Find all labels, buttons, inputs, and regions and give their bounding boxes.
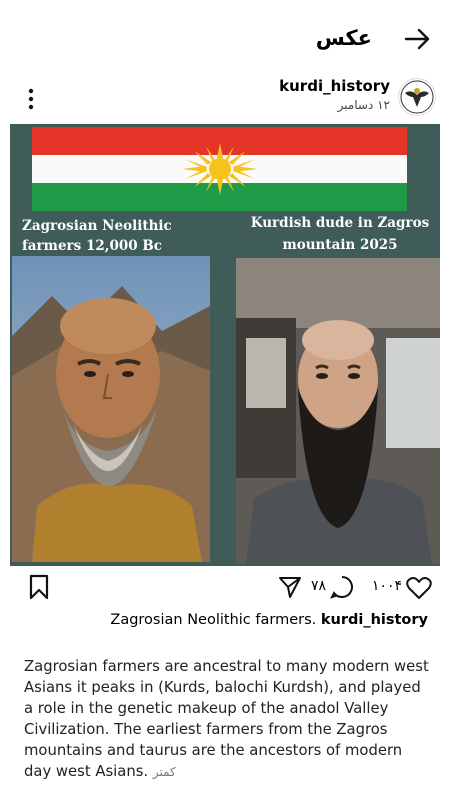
eagle-emblem-icon [400,80,434,114]
avatar[interactable] [398,78,436,116]
image-caption-right: Kurdish dude in Zagros mountain 2025 [250,215,430,253]
like-count[interactable]: ۱۰۰۴ [372,578,402,594]
kurdistan-flag [32,127,407,211]
more-vertical-icon[interactable] [24,86,38,112]
man-in-car-photo [236,258,440,564]
heart-icon[interactable] [406,576,432,600]
neolithic-farmer-photo [12,256,210,562]
caption-text: Zagrosian Neolithic farmers. [110,612,317,628]
action-bar: ۱۰۰۴ ۷۸ [0,566,450,610]
post-description: Zagrosian farmers are ancestral to many … [24,656,430,783]
post-caption: Zagrosian Neolithic farmers. kurdi_histo… [0,612,428,628]
sun-icon [182,143,258,195]
post-header: kurdi_history ۱۲ دسامبر [0,72,450,124]
post-username[interactable]: kurdi_history [279,77,390,95]
top-bar: عکس [0,0,450,72]
less-link[interactable]: کمتر [153,765,176,779]
comment-count[interactable]: ۷۸ [311,578,326,594]
post-image[interactable]: Zagrosian Neolithic farmers 12,000 Bc Ku… [10,124,440,566]
bookmark-icon[interactable] [28,574,50,600]
caption-username[interactable]: kurdi_history [321,612,428,628]
post-date: ۱۲ دسامبر [337,98,390,112]
image-caption-left: Zagrosian Neolithic farmers 12,000 Bc [22,218,172,254]
back-arrow-icon[interactable] [402,24,432,54]
description-text: Zagrosian farmers are ancestral to many … [24,658,429,780]
share-icon[interactable] [278,575,302,599]
page-title: عکس [315,26,372,50]
comment-icon[interactable] [330,575,354,599]
